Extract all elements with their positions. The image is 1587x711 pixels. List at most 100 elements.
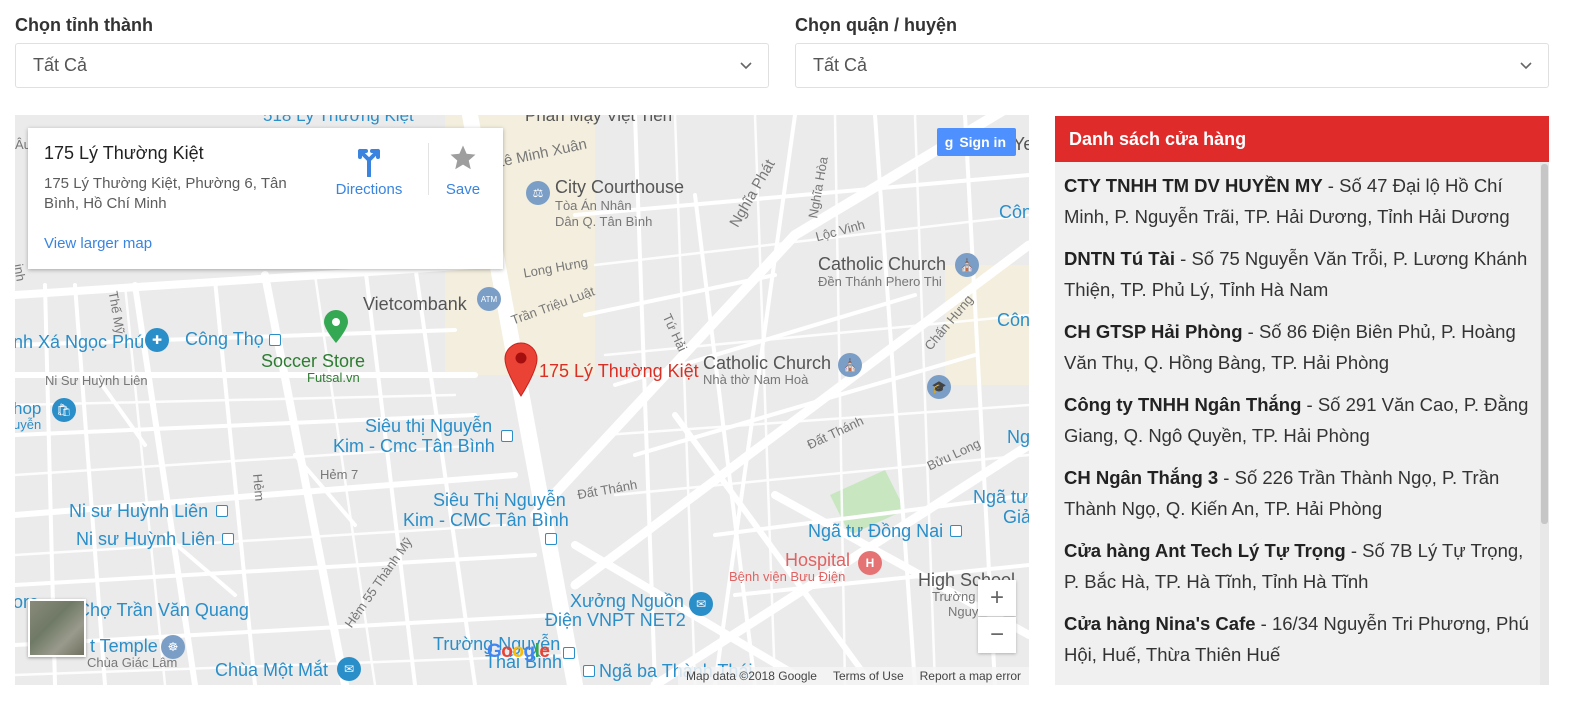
- post-office-icon: ✉: [337, 657, 361, 681]
- store-list-items: CTY TNHH TM DV HUYỀN MY - Số 47 Đại lộ H…: [1064, 170, 1534, 681]
- map-place-label[interactable]: Siêu Thị Nguyễn: [433, 491, 566, 510]
- map-place-label[interactable]: Ni sư Huỳnh Liên: [76, 530, 215, 549]
- map-place-label[interactable]: Kim - CMC Tân Bình: [403, 511, 569, 530]
- map-place-label[interactable]: Hospital: [785, 551, 850, 570]
- divider: [428, 143, 429, 195]
- directions-button[interactable]: Directions: [328, 138, 410, 198]
- bus-stop-icon: [269, 334, 281, 346]
- map-place-sublabel: Nguy: [948, 604, 979, 619]
- road-label: Hẻm 7: [320, 467, 359, 482]
- map-place-label[interactable]: hop: [15, 400, 41, 418]
- store-list-header: Danh sách cửa hàng: [1055, 116, 1549, 162]
- chevron-down-icon: [1520, 62, 1532, 70]
- map-place-label: Phan Mạy Việt Tiến: [525, 115, 673, 125]
- scrollbar-thumb[interactable]: [1541, 164, 1548, 524]
- save-label: Save: [445, 181, 481, 198]
- map-place-label[interactable]: Công Thọ: [185, 330, 264, 349]
- map-place-label[interactable]: Giả: [1003, 508, 1029, 527]
- map-place-label[interactable]: Kim - Cmc Tân Bình: [333, 437, 495, 456]
- plus-icon: +: [989, 584, 1004, 611]
- place-address: 175 Lý Thường Kiệt, Phường 6, Tân Bình, …: [44, 175, 287, 213]
- store-name: Công ty TNHH Ngân Thắng: [1064, 394, 1302, 415]
- map-place-label[interactable]: Catholic Church: [703, 354, 831, 373]
- minus-icon: −: [989, 621, 1004, 648]
- directions-icon: [358, 149, 380, 177]
- church-icon: ⛪: [838, 353, 862, 377]
- map-place-label[interactable]: Chùa Một Mắt: [215, 661, 328, 680]
- report-error-link[interactable]: Report a map error: [920, 669, 1021, 683]
- store-name: Cửa hàng Ant Tech Lý Tự Trọng: [1064, 540, 1346, 561]
- map-place-sublabel: Dân Q. Tân Bình: [555, 214, 653, 229]
- chevron-down-icon: [740, 62, 752, 70]
- map-place-label[interactable]: Ngã tư Đồng Nai: [808, 522, 943, 541]
- shopping-icon: 🛍: [52, 398, 76, 422]
- google-sign-in-button[interactable]: g Sign in: [936, 128, 1016, 156]
- map-place-label[interactable]: City Courthouse: [555, 178, 684, 197]
- satellite-toggle[interactable]: [28, 599, 86, 657]
- store-list-item[interactable]: Cửa hàng Ant Tech Lý Tự Trọng - Số 7B Lý…: [1064, 535, 1534, 597]
- atm-icon: ATM: [477, 287, 501, 311]
- map-place-sublabel: Trường: [932, 589, 976, 604]
- road-label: Ni Sư Huỳnh Liên: [45, 373, 148, 388]
- terms-link[interactable]: Terms of Use: [833, 669, 904, 683]
- courthouse-icon: ⚖: [526, 181, 550, 205]
- map-place-label[interactable]: nh Xá Ngọc Phú: [15, 333, 144, 352]
- map-place-label[interactable]: Siêu thị Nguyễn: [365, 417, 492, 436]
- map-place-label[interactable]: Ni sư Huỳnh Liên: [69, 502, 208, 521]
- store-name: CH GTSP Hải Phòng: [1064, 321, 1243, 342]
- sign-in-label: Sign in: [959, 134, 1006, 150]
- province-label: Chọn tỉnh thành: [15, 15, 153, 35]
- bus-stop-icon: [222, 533, 234, 545]
- map-place-sublabel: Nhà thờ Nam Hoà: [703, 372, 809, 387]
- bus-stop-icon: [950, 525, 962, 537]
- store-list-item[interactable]: Công ty TNHH Ngân Thắng - Số 291 Văn Cao…: [1064, 389, 1534, 451]
- scrollbar[interactable]: [1540, 162, 1549, 685]
- bus-stop-icon: [545, 533, 557, 545]
- map-place-label[interactable]: Ng: [1007, 428, 1029, 447]
- map-place-label[interactable]: Côn: [999, 203, 1029, 222]
- map-place-sublabel: uyễn: [15, 417, 42, 432]
- map-place-label[interactable]: t Temple: [90, 637, 158, 656]
- church-icon: ⛪: [955, 253, 979, 277]
- map-place-label[interactable]: Điện VNPT NET2: [545, 611, 686, 630]
- post-office-icon: ✉: [689, 592, 713, 616]
- zoom-out-button[interactable]: −: [978, 617, 1016, 653]
- store-list-item[interactable]: CH GTSP Hải Phòng - Số 86 Điện Biên Phủ,…: [1064, 316, 1534, 378]
- map-attribution: Map data ©2018 Google Terms of Use Repor…: [678, 667, 1029, 685]
- map-place-label[interactable]: Chợ Trần Văn Quang: [77, 601, 249, 620]
- google-plus-icon: g: [944, 134, 954, 150]
- map-data-text: Map data ©2018 Google: [686, 669, 817, 683]
- store-list[interactable]: CTY TNHH TM DV HUYỀN MY - Số 47 Đại lộ H…: [1055, 162, 1549, 685]
- store-name: DNTN Tú Tài: [1064, 248, 1175, 269]
- store-name: CH Ngân Thắng 3: [1064, 467, 1219, 488]
- province-select[interactable]: Tất Cả: [15, 43, 769, 88]
- map-place-label[interactable]: Ngã tư: [973, 488, 1028, 507]
- road-label: Hẻm: [250, 473, 268, 502]
- bus-stop-icon: [501, 430, 513, 442]
- directions-label: Directions: [335, 181, 403, 198]
- view-larger-map-link[interactable]: View larger map: [44, 235, 152, 252]
- save-button[interactable]: Save: [433, 138, 493, 198]
- store-list-item[interactable]: DNTN Tú Tài - Số 75 Nguyễn Văn Trỗi, P. …: [1064, 243, 1534, 305]
- store-list-item[interactable]: CTY TNHH TM DV HUYỀN MY - Số 47 Đại lộ H…: [1064, 170, 1534, 232]
- bus-stop-icon: [583, 665, 595, 677]
- map-place-label[interactable]: Xưởng Nguồn: [570, 592, 684, 611]
- province-select-value: Tất Cả: [33, 55, 88, 75]
- place-info-card: 175 Lý Thường Kiệt 175 Lý Thường Kiệt, P…: [28, 128, 503, 269]
- map-place-label[interactable]: Soccer Store: [261, 352, 365, 371]
- store-map[interactable]: Lê Minh Xuân Nghĩa Phát Nghĩa Hòa Lộc Vi…: [15, 115, 1029, 685]
- location-pin-icon[interactable]: [503, 341, 539, 397]
- bus-stop-icon: [216, 505, 228, 517]
- map-place-label[interactable]: Vietcombank: [363, 295, 467, 314]
- district-select[interactable]: Tất Cả: [795, 43, 1549, 88]
- zoom-in-button[interactable]: +: [978, 580, 1016, 616]
- store-list-item[interactable]: CH Ngân Thắng 3 - Số 226 Trần Thành Ngọ,…: [1064, 462, 1534, 524]
- green-pin-icon: [324, 310, 348, 343]
- map-place-sublabel: Bệnh viện Bưu Điện: [729, 569, 846, 584]
- marker-label[interactable]: 175 Lý Thường Kiệt: [539, 362, 699, 381]
- district-select-value: Tất Cả: [813, 55, 868, 75]
- map-place-label[interactable]: Catholic Church: [818, 255, 946, 274]
- map-place-label[interactable]: Côn: [997, 311, 1029, 330]
- map-place-label: 518 Lý Thường Kiệt: [263, 115, 414, 125]
- store-list-item[interactable]: Cửa hàng Nina's Cafe - 16/34 Nguyễn Tri …: [1064, 608, 1534, 670]
